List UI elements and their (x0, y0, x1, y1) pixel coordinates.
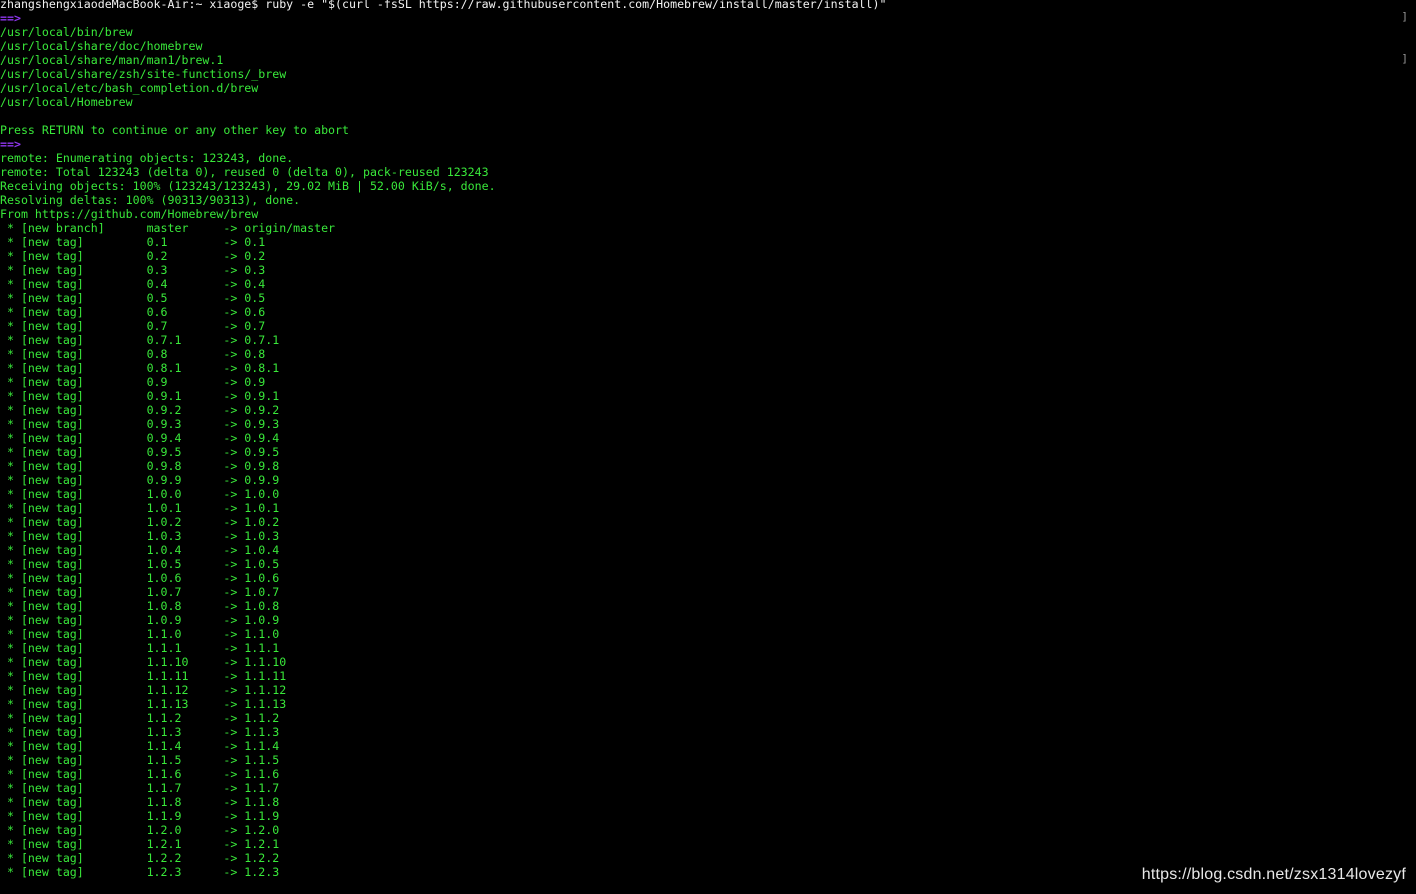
output-line: * [new tag] 1.1.8 -> 1.1.8 (0, 795, 280, 809)
output-line: /usr/local/share/doc/homebrew (0, 39, 203, 53)
arrow-marker-line: ==> (0, 11, 21, 25)
output-line: * [new tag] 1.1.10 -> 1.1.10 (0, 655, 287, 669)
output-line: /usr/local/share/man/man1/brew.1 (0, 53, 224, 67)
output-line: * [new tag] 1.0.9 -> 1.0.9 (0, 613, 280, 627)
output-line: * [new tag] 0.4 -> 0.4 (0, 277, 266, 291)
arrow-marker-line: ==> (0, 137, 21, 151)
output-line: /usr/local/bin/brew (0, 25, 133, 39)
edge-bracket: ] (1401, 52, 1408, 65)
output-line: * [new tag] 0.2 -> 0.2 (0, 249, 266, 263)
output-line: * [new tag] 1.1.5 -> 1.1.5 (0, 753, 280, 767)
output-line: * [new tag] 0.3 -> 0.3 (0, 263, 266, 277)
output-line: /usr/local/Homebrew (0, 95, 133, 109)
edge-bracket: ] (1401, 10, 1408, 23)
output-line: * [new tag] 1.1.3 -> 1.1.3 (0, 725, 280, 739)
output-line: * [new tag] 0.9.1 -> 0.9.1 (0, 389, 280, 403)
output-line: * [new tag] 0.9.5 -> 0.9.5 (0, 445, 280, 459)
output-line: * [new tag] 0.9.2 -> 0.9.2 (0, 403, 280, 417)
output-line: * [new tag] 0.7.1 -> 0.7.1 (0, 333, 280, 347)
output-line: * [new tag] 1.0.3 -> 1.0.3 (0, 529, 280, 543)
output-line: * [new tag] 0.8.1 -> 0.8.1 (0, 361, 280, 375)
output-line: * [new tag] 1.1.9 -> 1.1.9 (0, 809, 280, 823)
terminal-output: zhangshengxiaodeMacBook-Air:~ xiaoge$ ru… (0, 0, 886, 879)
output-line: * [new tag] 0.7 -> 0.7 (0, 319, 266, 333)
output-line: From https://github.com/Homebrew/brew (0, 207, 259, 221)
output-line: * [new tag] 1.1.2 -> 1.1.2 (0, 711, 280, 725)
output-line: * [new tag] 1.2.2 -> 1.2.2 (0, 851, 280, 865)
output-line: * [new tag] 0.9.4 -> 0.9.4 (0, 431, 280, 445)
output-line: * [new tag] 1.1.1 -> 1.1.1 (0, 641, 280, 655)
output-line: * [new tag] 1.0.5 -> 1.0.5 (0, 557, 280, 571)
output-line: * [new tag] 1.0.4 -> 1.0.4 (0, 543, 280, 557)
output-line: * [new tag] 1.2.3 -> 1.2.3 (0, 865, 280, 879)
output-line: * [new tag] 1.1.12 -> 1.1.12 (0, 683, 287, 697)
output-line: * [new tag] 0.9.8 -> 0.9.8 (0, 459, 280, 473)
output-line: * [new tag] 1.1.6 -> 1.1.6 (0, 767, 280, 781)
output-line: * [new tag] 1.0.7 -> 1.0.7 (0, 585, 280, 599)
output-line: remote: Enumerating objects: 123243, don… (0, 151, 294, 165)
output-line: * [new tag] 0.5 -> 0.5 (0, 291, 266, 305)
output-line: /usr/local/share/zsh/site-functions/_bre… (0, 67, 287, 81)
output-line: * [new tag] 1.0.6 -> 1.0.6 (0, 571, 280, 585)
output-line: * [new tag] 1.2.0 -> 1.2.0 (0, 823, 280, 837)
watermark-url: https://blog.csdn.net/zsx1314lovezyf (1141, 866, 1406, 883)
output-line: Resolving deltas: 100% (90313/90313), do… (0, 193, 301, 207)
command-prompt-line: zhangshengxiaodeMacBook-Air:~ xiaoge$ ru… (0, 0, 887, 11)
output-line: * [new tag] 1.1.11 -> 1.1.11 (0, 669, 287, 683)
output-line: remote: Total 123243 (delta 0), reused 0… (0, 165, 489, 179)
output-line: * [new tag] 0.9.3 -> 0.9.3 (0, 417, 280, 431)
output-line: Press RETURN to continue or any other ke… (0, 123, 350, 137)
output-line: * [new tag] 1.0.8 -> 1.0.8 (0, 599, 280, 613)
output-line: * [new tag] 0.1 -> 0.1 (0, 235, 266, 249)
output-line: * [new tag] 0.8 -> 0.8 (0, 347, 266, 361)
output-line: * [new tag] 1.0.0 -> 1.0.0 (0, 487, 280, 501)
output-line: * [new tag] 1.1.7 -> 1.1.7 (0, 781, 280, 795)
output-line: * [new tag] 1.2.1 -> 1.2.1 (0, 837, 280, 851)
output-line: * [new tag] 1.1.0 -> 1.1.0 (0, 627, 280, 641)
output-line: Receiving objects: 100% (123243/123243),… (0, 179, 496, 193)
output-line: * [new branch] master -> origin/master (0, 221, 336, 235)
terminal-window[interactable]: zhangshengxiaodeMacBook-Air:~ xiaoge$ ru… (0, 0, 1416, 894)
output-line: * [new tag] 1.0.1 -> 1.0.1 (0, 501, 280, 515)
output-line: * [new tag] 0.9.9 -> 0.9.9 (0, 473, 280, 487)
output-line: * [new tag] 1.0.2 -> 1.0.2 (0, 515, 280, 529)
output-line: * [new tag] 1.1.13 -> 1.1.13 (0, 697, 287, 711)
output-line: * [new tag] 0.9 -> 0.9 (0, 375, 266, 389)
output-line: /usr/local/etc/bash_completion.d/brew (0, 81, 259, 95)
output-line: * [new tag] 1.1.4 -> 1.1.4 (0, 739, 280, 753)
output-line: * [new tag] 0.6 -> 0.6 (0, 305, 266, 319)
